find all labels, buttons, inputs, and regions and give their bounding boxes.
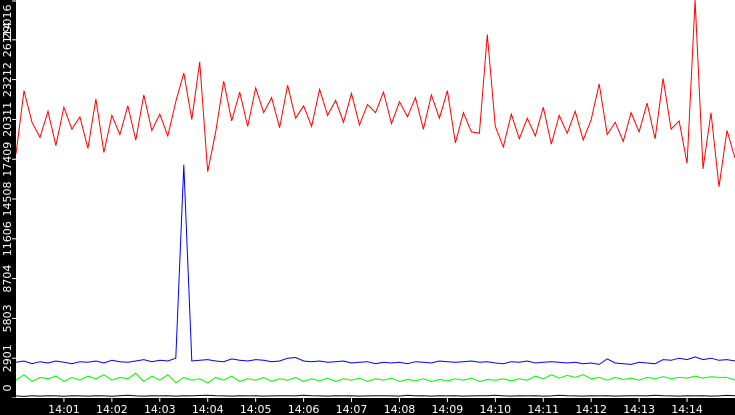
- x-tick-label: 14:02: [96, 403, 128, 415]
- x-tick-label: 14:14: [671, 403, 703, 415]
- y-tick-label: 0: [1, 385, 14, 392]
- x-tick-label: 14:10: [479, 403, 511, 415]
- y-tick-label: 8704: [1, 265, 14, 293]
- y-tick-label: 23212: [1, 62, 14, 97]
- x-tick-label: 14:07: [336, 403, 368, 415]
- y-tick-label: 11606: [1, 221, 14, 256]
- x-tick-label: 14:04: [192, 403, 224, 415]
- y-tick-label: 29016: [1, 5, 14, 40]
- y-tick-label: 2901: [1, 344, 14, 372]
- y-tick-label: 5803: [1, 304, 14, 332]
- y-tick-label: 14508: [1, 182, 14, 217]
- plot-area: [16, 0, 735, 398]
- x-tick-label: 14:08: [384, 403, 416, 415]
- line-chart: 0290158038704116061450817409203112321226…: [0, 0, 735, 415]
- x-axis: 14:01 14:02 14:03 14:04 14:05 14:06 14:07 14:08…: [0, 398, 735, 415]
- x-tick-label: 14:11: [527, 403, 559, 415]
- x-tick-label: 14:03: [144, 403, 176, 415]
- x-tick-label: 14:09: [432, 403, 464, 415]
- x-tick-label: 14:06: [288, 403, 320, 415]
- y-axis: 0290158038704116061450817409203112321226…: [0, 0, 16, 415]
- y-tick-label: 17409: [1, 142, 14, 177]
- x-tick-label: 14:05: [240, 403, 272, 415]
- y-tick-label: 20311: [1, 102, 14, 137]
- x-tick-label: 14:12: [575, 403, 607, 415]
- x-tick-label: 14:13: [623, 403, 655, 415]
- x-tick-label: 14:01: [48, 403, 80, 415]
